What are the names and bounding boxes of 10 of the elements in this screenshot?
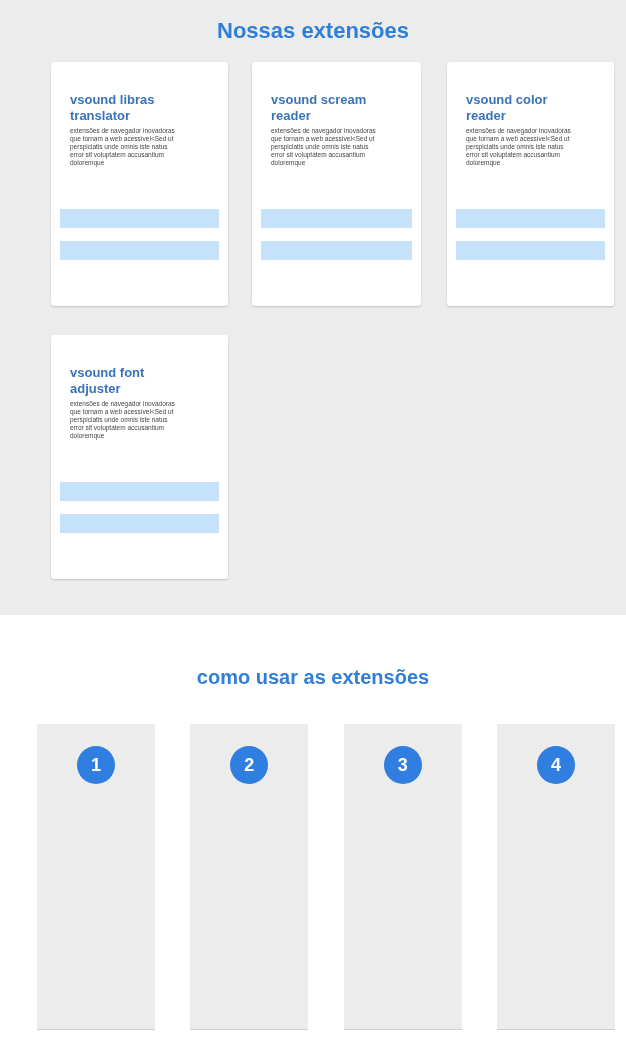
card-title: vsound scream reader — [271, 92, 368, 124]
step-number: 4 — [537, 746, 575, 784]
card-title: vsound color reader — [466, 92, 549, 124]
card-title: vsound font adjuster — [70, 365, 146, 397]
card-title: vsound libras translator — [70, 92, 156, 124]
step-number: 3 — [383, 746, 422, 784]
step-number: 1 — [77, 746, 115, 784]
section-title: como usar as extensões — [195, 665, 431, 690]
step-number: 2 — [230, 746, 269, 784]
section-title: Nossas extensões — [216, 17, 410, 45]
